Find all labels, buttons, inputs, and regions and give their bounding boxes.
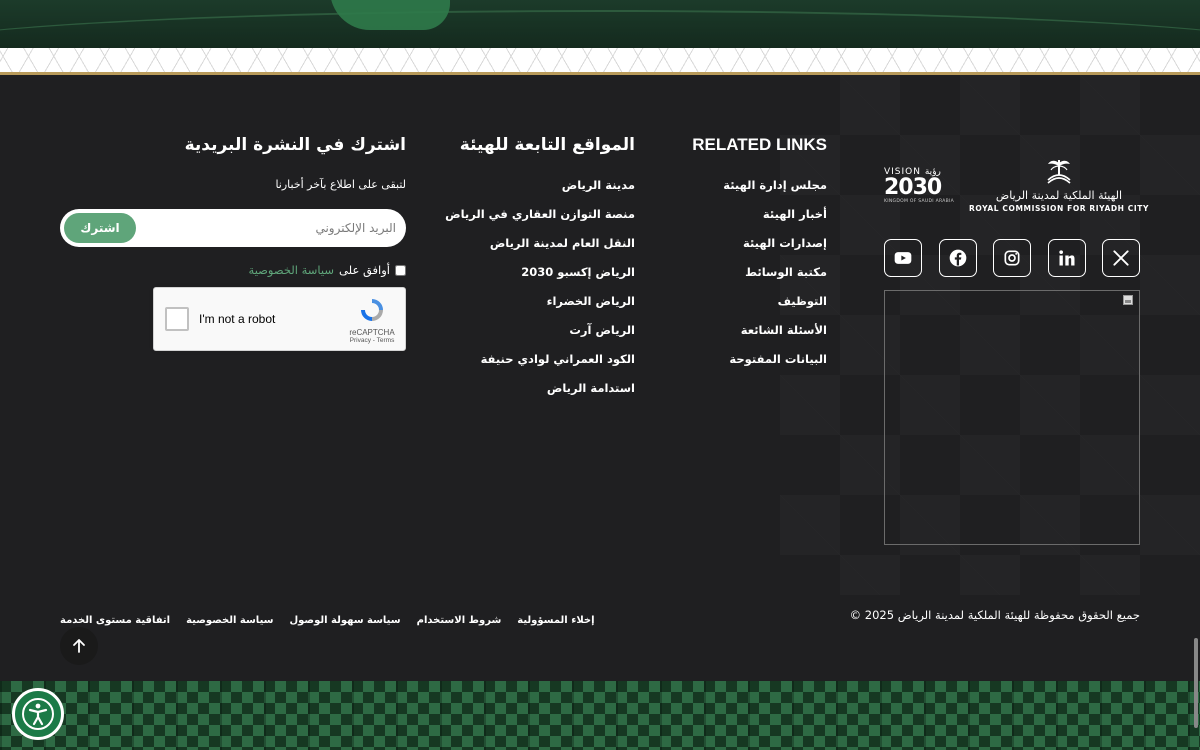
- related-link[interactable]: التوظيف: [627, 294, 827, 323]
- recaptcha-logo: reCAPTCHA Privacy - Terms: [349, 296, 395, 344]
- social-links: [884, 239, 1140, 277]
- rcrc-logo[interactable]: الهيئة الملكية لمدينة الرياض ROYAL COMMI…: [969, 157, 1148, 213]
- privacy-consent-row: أوافق على سياسة الخصوصية: [60, 263, 406, 277]
- recaptcha-terms[interactable]: Privacy - Terms: [349, 337, 395, 344]
- related-link[interactable]: أخبار الهيئة: [627, 207, 827, 236]
- bottom-decorative-pattern: [0, 681, 1200, 750]
- affiliated-sites-list: مدينة الرياض منصة التوازن العقاري في الر…: [395, 178, 635, 410]
- instagram-icon: [1004, 250, 1020, 266]
- hero-curve: [0, 10, 1200, 48]
- vision-number: 2030: [884, 174, 942, 200]
- decorative-pattern-band: [0, 48, 1200, 72]
- recaptcha-checkbox[interactable]: [165, 307, 189, 331]
- subscribe-button[interactable]: اشترك: [64, 213, 136, 243]
- newsletter-title: اشترك في النشرة البريدية: [184, 135, 406, 155]
- email-input[interactable]: [146, 210, 406, 246]
- related-links-column: RELATED LINKS مجلس إدارة الهيئة أخبار ال…: [627, 134, 827, 381]
- agree-label: أوافق على: [339, 263, 390, 277]
- legal-links: اتفاقية مستوى الخدمة سياسة الخصوصية سياس…: [60, 615, 595, 626]
- privacy-consent-checkbox[interactable]: [395, 264, 406, 276]
- x-icon: [1113, 250, 1129, 266]
- related-link[interactable]: مجلس إدارة الهيئة: [627, 178, 827, 207]
- affiliated-sites-column: المواقع التابعة للهيئة مدينة الرياض منصة…: [395, 134, 635, 410]
- related-link[interactable]: البيانات المفتوحة: [627, 352, 827, 381]
- youtube-icon: [894, 252, 912, 264]
- newsletter-column: اشترك في النشرة البريدية لتبقى على اطلاع…: [60, 134, 406, 351]
- affiliated-sites-title: المواقع التابعة للهيئة: [459, 135, 635, 155]
- linkedin-button[interactable]: [1047, 239, 1086, 277]
- recaptcha-widget: I'm not a robot reCAPTCHA Privacy - Term…: [153, 287, 406, 351]
- linkedin-icon: [1058, 250, 1074, 266]
- affiliated-site-link[interactable]: الكود العمراني لوادي حنيفة: [395, 352, 635, 381]
- affiliated-site-link[interactable]: منصة التوازن العقاري في الرياض: [395, 207, 635, 236]
- affiliated-site-link[interactable]: الرياض آرت: [395, 323, 635, 352]
- related-link[interactable]: إصدارات الهيئة: [627, 236, 827, 265]
- facebook-button[interactable]: [938, 239, 977, 277]
- copyright-text: جميع الحقوق محفوظة للهيئة الملكية لمدينة…: [849, 608, 1140, 622]
- legal-link-accessibility[interactable]: سياسة سهولة الوصول: [289, 615, 400, 626]
- facebook-icon: [949, 249, 966, 267]
- legal-link-terms[interactable]: شروط الاستخدام: [417, 615, 502, 626]
- affiliated-site-link[interactable]: استدامة الرياض: [395, 381, 635, 410]
- related-link[interactable]: الأسئلة الشائعة: [627, 323, 827, 352]
- instagram-button[interactable]: [993, 239, 1031, 277]
- youtube-button[interactable]: [884, 239, 922, 277]
- palm-swords-emblem-icon: [1047, 160, 1071, 184]
- brand-logos: الهيئة الملكية لمدينة الرياض ROYAL COMMI…: [884, 152, 1148, 218]
- page-scrollbar[interactable]: [1194, 638, 1198, 728]
- recaptcha-brand: reCAPTCHA: [349, 328, 395, 337]
- arrow-up-icon: [73, 639, 85, 653]
- scroll-to-top-button[interactable]: [60, 627, 98, 665]
- affiliated-site-link[interactable]: الرياض إكسبو 2030: [395, 265, 635, 294]
- accessibility-icon: [22, 698, 54, 730]
- affiliated-site-link[interactable]: النقل العام لمدينة الرياض: [395, 236, 635, 265]
- vision-2030-logo[interactable]: VISION رؤية 2030 KINGDOM OF SAUDI ARABIA: [884, 167, 954, 204]
- recaptcha-label: I'm not a robot: [199, 312, 276, 326]
- legal-link-disclaimer[interactable]: إخلاء المسؤولية: [517, 615, 594, 626]
- affiliated-site-link[interactable]: مدينة الرياض: [395, 178, 635, 207]
- privacy-policy-link[interactable]: سياسة الخصوصية: [249, 263, 335, 277]
- gold-divider-line: [0, 72, 1200, 75]
- broken-image-icon: [1123, 295, 1133, 305]
- legal-link-privacy[interactable]: سياسة الخصوصية: [186, 615, 273, 626]
- related-link[interactable]: مكتبة الوسائط: [627, 265, 827, 294]
- accessibility-button[interactable]: [12, 688, 64, 740]
- vision-kingdom-text: KINGDOM OF SAUDI ARABIA: [884, 198, 955, 204]
- affiliated-site-link[interactable]: الرياض الخضراء: [395, 294, 635, 323]
- newsletter-form: اشترك: [60, 209, 406, 247]
- legal-link-sla[interactable]: اتفاقية مستوى الخدمة: [60, 615, 170, 626]
- rcrc-arabic-name: الهيئة الملكية لمدينة الرياض: [995, 189, 1123, 202]
- hero-banner-strip: [0, 0, 1200, 48]
- related-links-title: RELATED LINKS: [692, 135, 827, 154]
- recaptcha-icon: [361, 299, 383, 321]
- related-links-list: مجلس إدارة الهيئة أخبار الهيئة إصدارات ا…: [627, 178, 827, 381]
- embedded-content-frame[interactable]: [884, 290, 1140, 545]
- newsletter-subtitle: لتبقى على اطلاع بآخر أخبارنا: [275, 178, 406, 191]
- x-button[interactable]: [1102, 239, 1140, 277]
- rcrc-english-name: ROYAL COMMISSION FOR RIYADH CITY: [968, 204, 1150, 213]
